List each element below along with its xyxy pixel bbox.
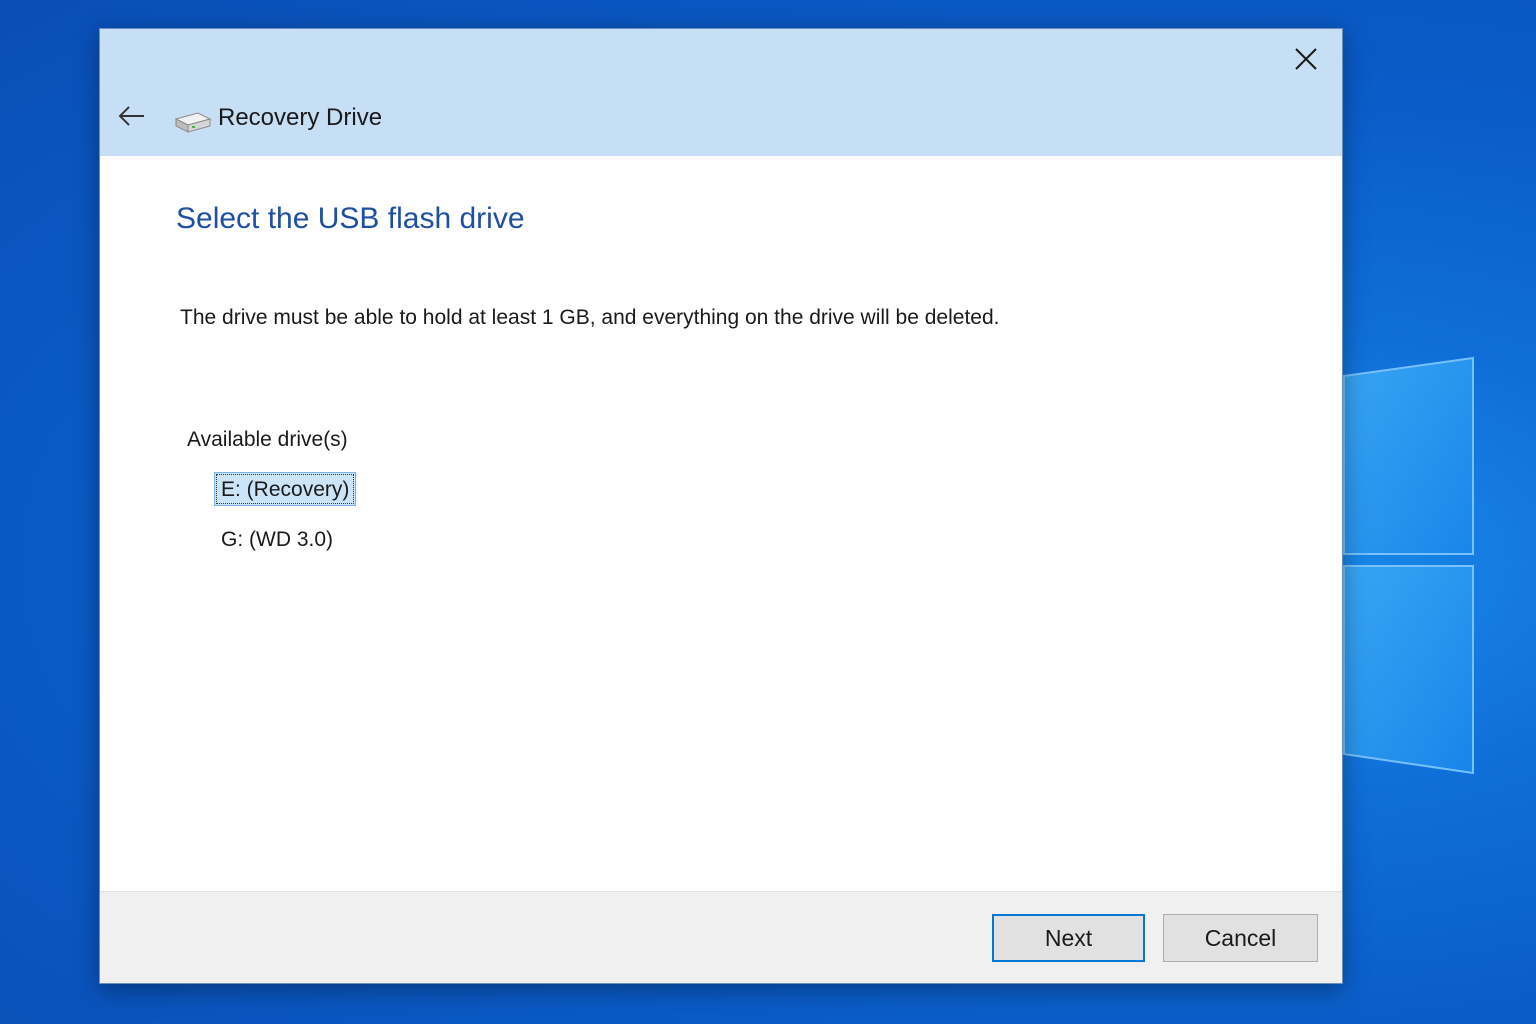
close-icon — [1295, 48, 1317, 70]
next-button[interactable]: Next — [992, 914, 1145, 962]
recovery-drive-window: Recovery Drive Select the USB flash driv… — [99, 28, 1343, 984]
recovery-drive-icon — [174, 112, 212, 133]
page-heading: Select the USB flash drive — [176, 202, 525, 235]
back-button[interactable] — [114, 99, 150, 133]
wizard-footer: Next Cancel — [100, 891, 1342, 983]
wizard-content: Select the USB flash drive The drive mus… — [100, 156, 1342, 893]
window-title: Recovery Drive — [218, 104, 383, 131]
window-header: Recovery Drive — [100, 29, 1342, 156]
back-arrow-icon — [118, 106, 144, 126]
drive-option-e[interactable]: E: (Recovery) — [214, 472, 357, 506]
close-button[interactable] — [1284, 39, 1328, 79]
available-drives-label: Available drive(s) — [187, 428, 348, 451]
cancel-button[interactable]: Cancel — [1163, 914, 1318, 962]
drive-option-g[interactable]: G: (WD 3.0) — [214, 522, 340, 556]
page-description: The drive must be able to hold at least … — [180, 306, 1000, 329]
